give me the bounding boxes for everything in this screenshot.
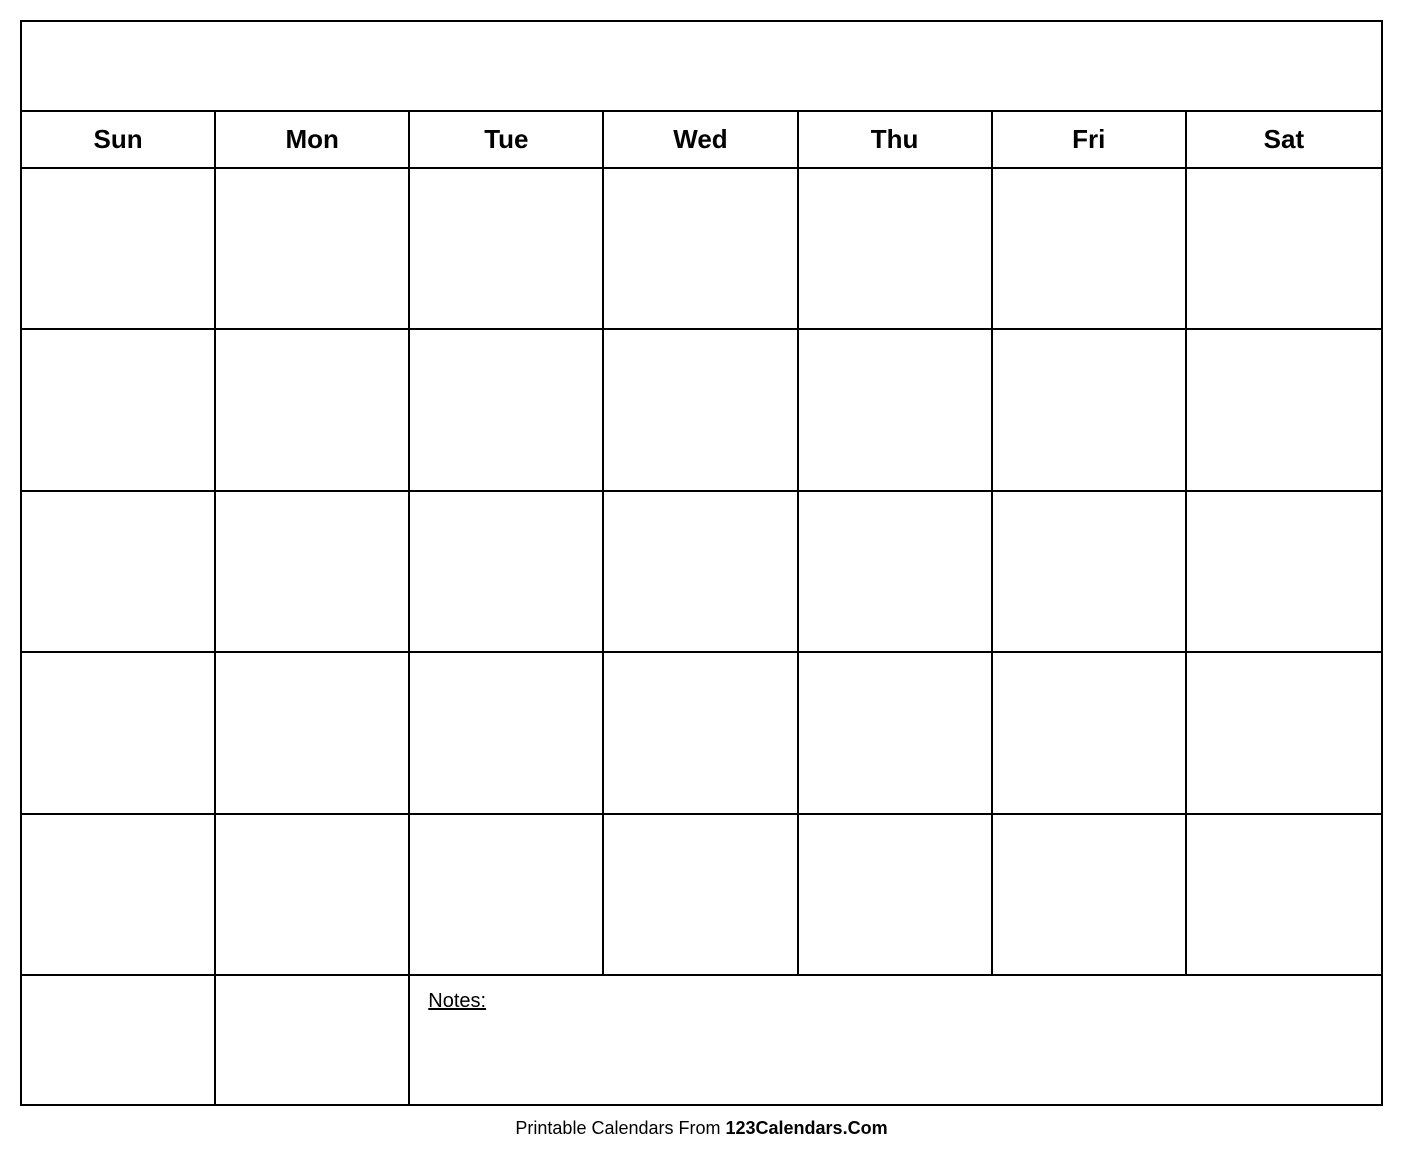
week-row-4	[22, 653, 1381, 814]
day-cell	[410, 653, 604, 812]
week-row-1	[22, 169, 1381, 330]
day-cell	[604, 492, 798, 651]
day-cell	[604, 169, 798, 328]
day-cell	[993, 815, 1187, 974]
day-cell	[216, 492, 410, 651]
day-cell	[993, 653, 1187, 812]
day-cell	[410, 169, 604, 328]
week-row-5	[22, 815, 1381, 974]
day-cell	[993, 330, 1187, 489]
week-rows	[22, 169, 1381, 974]
day-cell	[216, 330, 410, 489]
title-row	[22, 22, 1381, 112]
day-cell	[604, 815, 798, 974]
footer-text-normal: Printable Calendars From	[515, 1118, 725, 1138]
day-cell	[604, 330, 798, 489]
notes-cell-mon	[216, 976, 410, 1104]
day-cell	[22, 169, 216, 328]
calendar-container: Sun Mon Tue Wed Thu Fri Sat	[20, 20, 1383, 1106]
footer-text-bold: 123Calendars.Com	[726, 1118, 888, 1138]
day-cell	[410, 492, 604, 651]
header-fri: Fri	[993, 112, 1187, 167]
day-cell	[1187, 169, 1381, 328]
day-cell	[216, 653, 410, 812]
header-mon: Mon	[216, 112, 410, 167]
notes-content: Notes:	[410, 976, 1381, 1104]
day-cell	[216, 169, 410, 328]
header-sun: Sun	[22, 112, 216, 167]
day-cell	[604, 653, 798, 812]
week-row-2	[22, 330, 1381, 491]
header-sat: Sat	[1187, 112, 1381, 167]
notes-label: Notes:	[428, 990, 486, 1012]
day-cell	[1187, 330, 1381, 489]
footer: Printable Calendars From 123Calendars.Co…	[515, 1118, 887, 1143]
day-cell	[1187, 653, 1381, 812]
week-row-3	[22, 492, 1381, 653]
notes-section: Notes:	[22, 974, 1381, 1104]
day-cell	[22, 653, 216, 812]
header-tue: Tue	[410, 112, 604, 167]
calendar-grid: Sun Mon Tue Wed Thu Fri Sat	[22, 112, 1381, 1104]
day-cell	[799, 169, 993, 328]
day-cell	[22, 330, 216, 489]
notes-cell-sun	[22, 976, 216, 1104]
day-cell	[799, 492, 993, 651]
day-cell	[1187, 492, 1381, 651]
day-cell	[799, 653, 993, 812]
header-thu: Thu	[799, 112, 993, 167]
day-cell	[410, 815, 604, 974]
day-cell	[22, 492, 216, 651]
day-cell	[216, 815, 410, 974]
header-row: Sun Mon Tue Wed Thu Fri Sat	[22, 112, 1381, 169]
day-cell	[22, 815, 216, 974]
day-cell	[799, 330, 993, 489]
day-cell	[993, 169, 1187, 328]
day-cell	[1187, 815, 1381, 974]
day-cell	[410, 330, 604, 489]
day-cell	[993, 492, 1187, 651]
day-cell	[799, 815, 993, 974]
header-wed: Wed	[604, 112, 798, 167]
page-wrapper: Sun Mon Tue Wed Thu Fri Sat	[0, 0, 1403, 1153]
